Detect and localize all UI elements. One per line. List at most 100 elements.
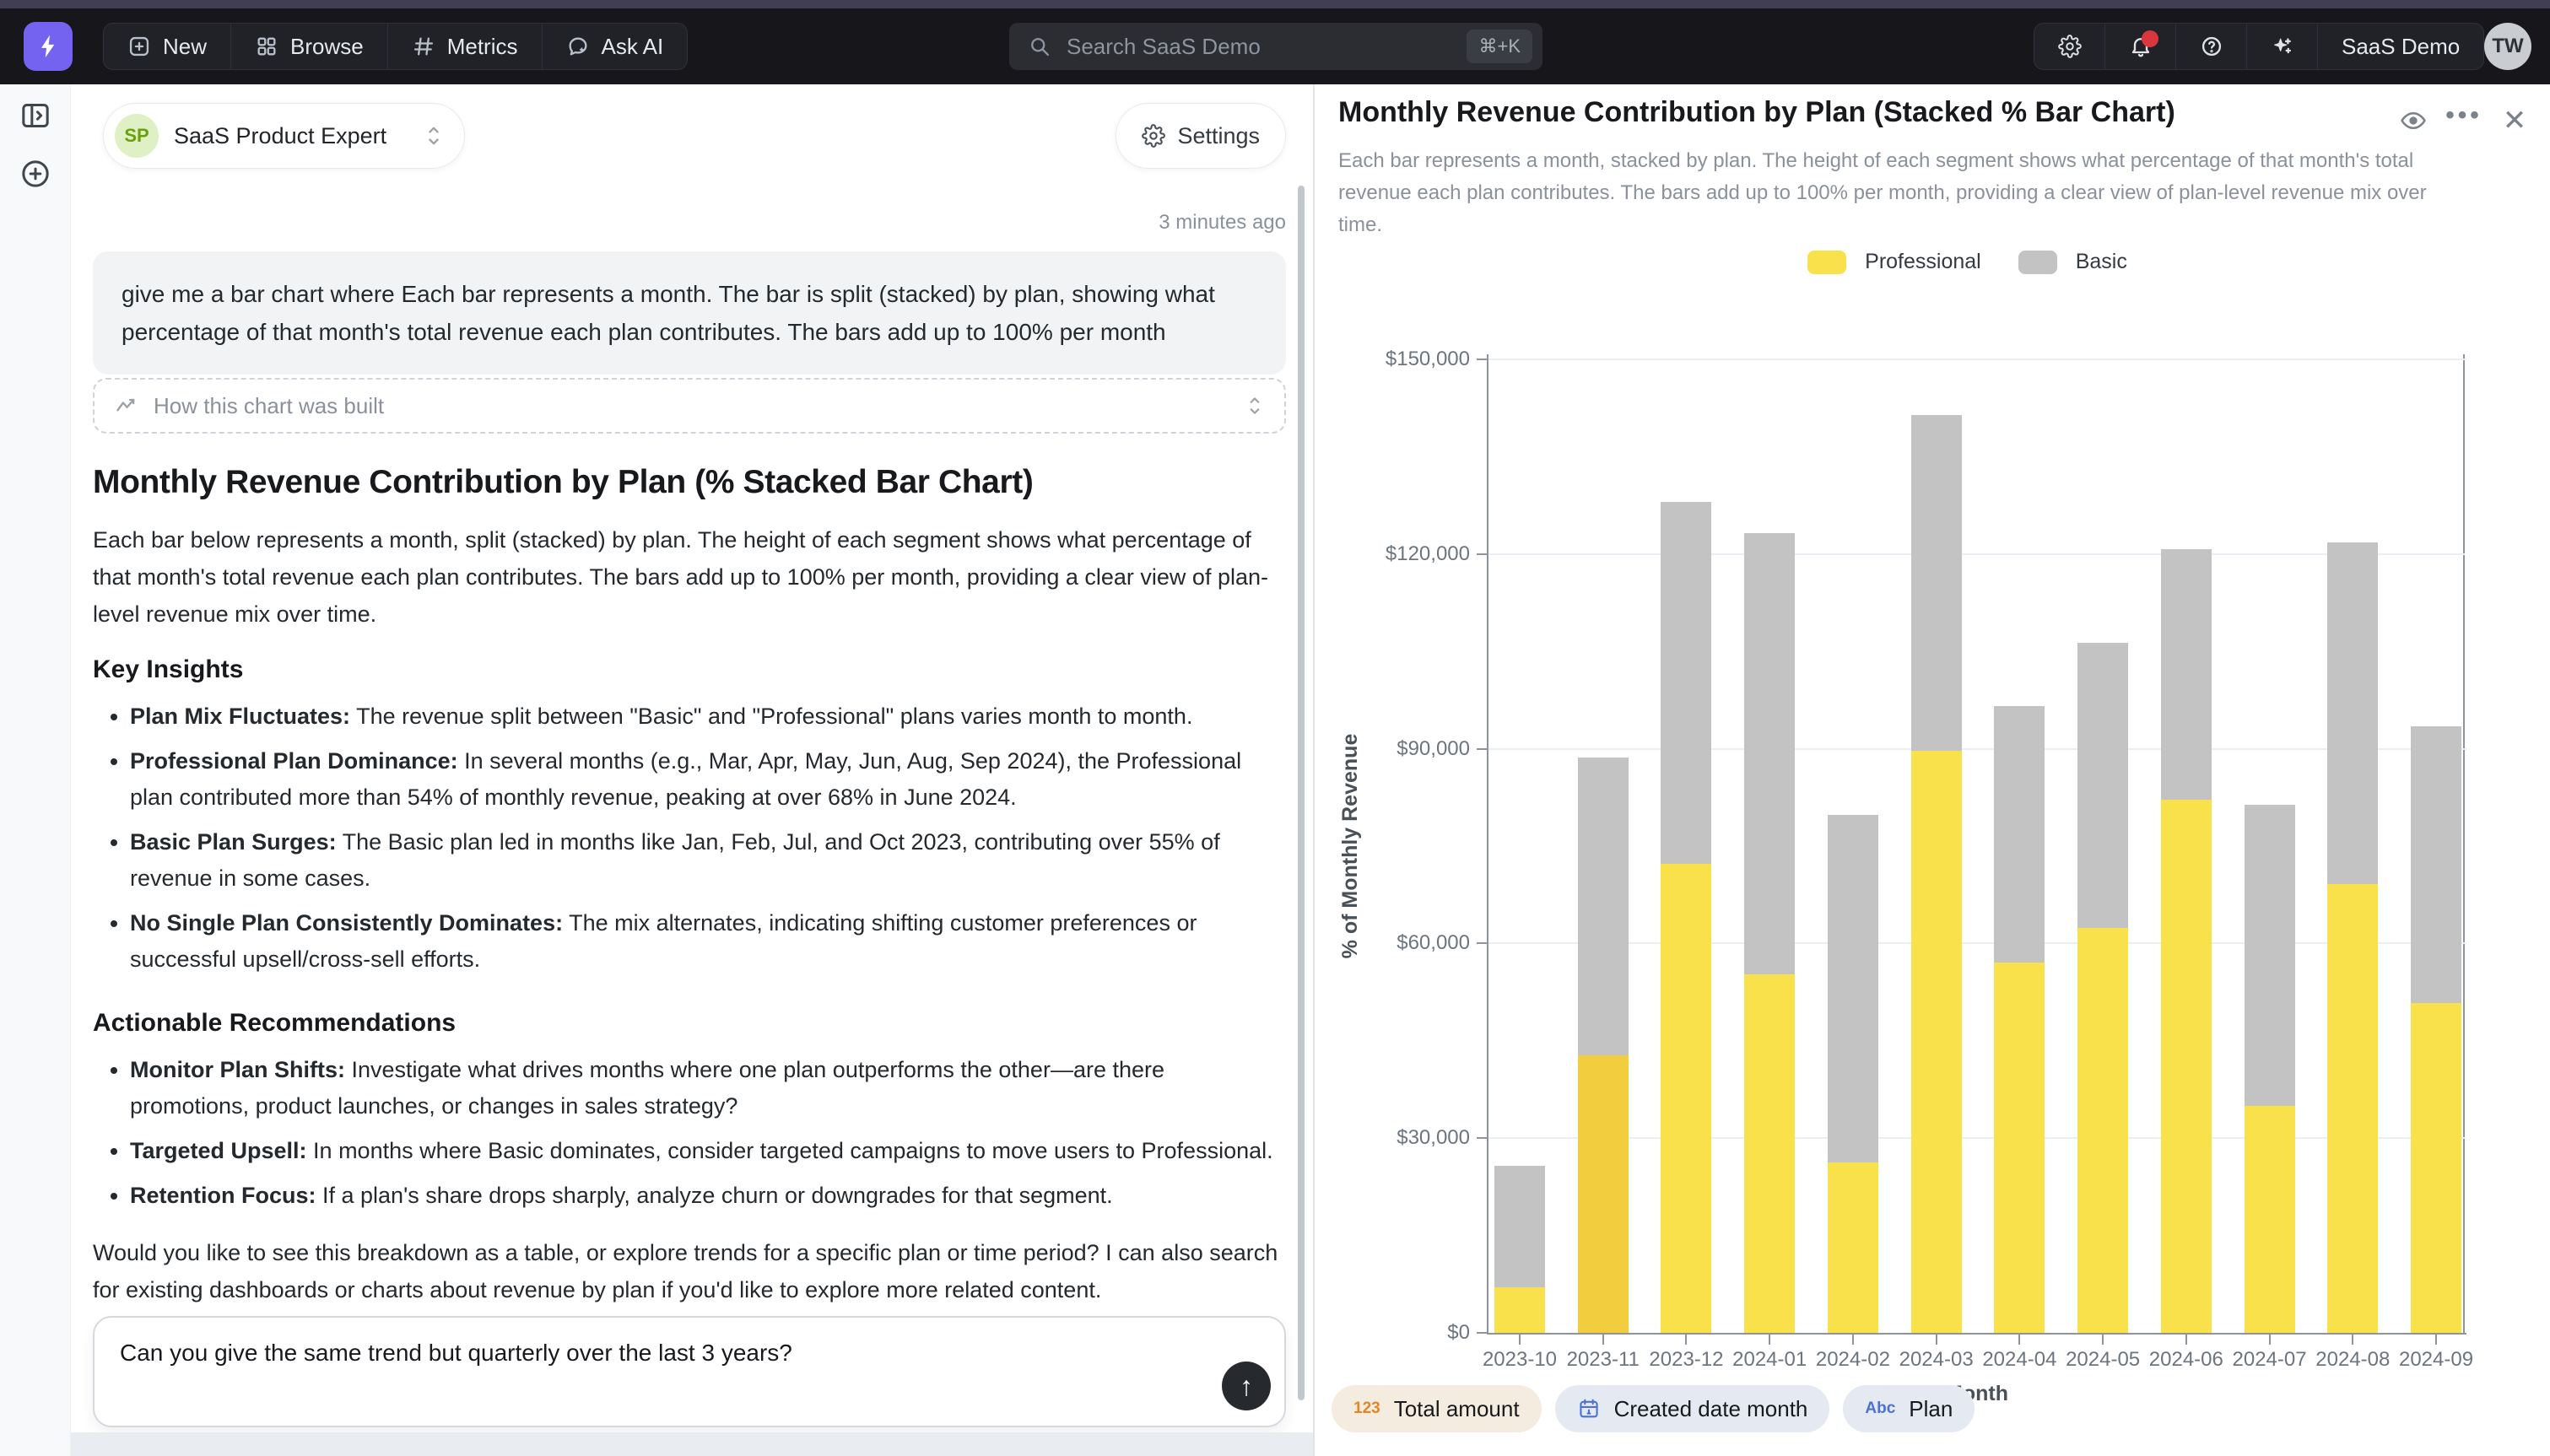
bar-segment-basic-2024-09[interactable]	[2411, 726, 2461, 1003]
bar-segment-professional-2024-02[interactable]	[1828, 1162, 1878, 1333]
x-axis-tick	[2018, 1335, 2020, 1345]
bar-segment-basic-2023-12[interactable]	[1661, 502, 1711, 864]
eye-icon[interactable]	[2393, 102, 2434, 139]
window-top-strip	[0, 0, 2550, 8]
insight-item: Basic Plan Surges: The Basic plan led in…	[130, 824, 1286, 897]
nav-item-metrics[interactable]: Metrics	[388, 24, 543, 69]
search-icon	[1028, 35, 1051, 58]
send-button[interactable]: ↑	[1222, 1362, 1271, 1410]
chart-legend: ProfessionalBasic	[1488, 250, 2465, 274]
bar-segment-professional-2024-04[interactable]	[1994, 963, 2045, 1333]
bar-segment-basic-2024-05[interactable]	[2077, 643, 2128, 928]
field-tag-plan[interactable]: AbcPlan	[1843, 1385, 1975, 1432]
assistant-response: Monthly Revenue Contribution by Plan (% …	[93, 462, 1286, 1330]
hash-icon	[412, 35, 435, 58]
settings-label: Settings	[1177, 123, 1260, 149]
expander-label: How this chart was built	[154, 393, 384, 419]
lightning-bolt-icon	[35, 33, 62, 60]
legend-swatch-basic[interactable]	[2018, 251, 2057, 274]
recommendations-list: Monitor Plan Shifts: Investigate what dr…	[93, 1052, 1286, 1214]
bar-segment-professional-2024-07[interactable]	[2245, 1106, 2295, 1333]
how-chart-built-expander[interactable]: How this chart was built	[93, 378, 1286, 434]
insights-heading: Key Insights	[93, 655, 1286, 685]
agent-settings-button[interactable]: Settings	[1116, 103, 1286, 169]
bar-segment-basic-2024-06[interactable]	[2161, 549, 2212, 799]
gridline	[1488, 359, 2465, 360]
nav-item-browse[interactable]: Browse	[231, 24, 388, 69]
response-closing: Would you like to see this breakdown as …	[93, 1234, 1286, 1308]
toggle-sidebar-button[interactable]	[17, 97, 54, 134]
field-tag-label: Created date month	[1614, 1396, 1808, 1422]
chat-input-container: Can you give the same trend but quarterl…	[93, 1316, 1286, 1427]
new-chat-button[interactable]	[17, 155, 54, 192]
field-tag-label: Total amount	[1394, 1396, 1520, 1422]
nav-item-ask-ai[interactable]: Ask AI	[543, 24, 688, 69]
plot-right-border	[2463, 354, 2465, 1335]
nav-item-new[interactable]: New	[104, 24, 231, 69]
x-axis-tick	[2269, 1335, 2271, 1345]
bar-segment-professional-2024-03[interactable]	[1911, 751, 1962, 1333]
bar-segment-professional-2023-10[interactable]	[1494, 1287, 1545, 1333]
chat-input[interactable]: Can you give the same trend but quarterl…	[95, 1318, 1284, 1426]
bar-segment-professional-2024-05[interactable]	[2077, 928, 2128, 1333]
recommendation-item: Monitor Plan Shifts: Investigate what dr…	[130, 1052, 1286, 1124]
x-axis-tick	[1685, 1335, 1687, 1345]
x-axis-tick	[2102, 1335, 2104, 1345]
bar-segment-basic-2024-04[interactable]	[1994, 706, 2045, 963]
bar-segment-basic-2023-10[interactable]	[1494, 1166, 1545, 1287]
bar-segment-basic-2024-07[interactable]	[2245, 805, 2295, 1106]
notification-badge	[2142, 30, 2158, 47]
calendar-field-icon	[1577, 1397, 1601, 1421]
chat-panel: SP SaaS Product Expert Settings 3 minute…	[71, 84, 1313, 1456]
help-button[interactable]	[2176, 24, 2247, 69]
chart-title: Monthly Revenue Contribution by Plan (St…	[1338, 96, 2175, 129]
global-search[interactable]: ⌘+K	[1009, 23, 1542, 70]
bar-segment-professional-2024-06[interactable]	[2161, 800, 2212, 1333]
bar-segment-professional-2023-12[interactable]	[1661, 864, 1711, 1333]
main-layout: SP SaaS Product Expert Settings 3 minute…	[0, 84, 2550, 1456]
grid-icon	[255, 35, 278, 58]
x-axis-line	[1487, 1333, 2466, 1335]
bar-segment-basic-2024-03[interactable]	[1911, 415, 1962, 751]
app-logo[interactable]	[24, 22, 73, 71]
settings-icon-button[interactable]	[2034, 24, 2105, 69]
bar-segment-professional-2023-11[interactable]	[1578, 1055, 1629, 1333]
ask-ai-icon	[566, 35, 590, 58]
nav-item-label: Browse	[290, 34, 364, 60]
message-timestamp: 3 minutes ago	[1159, 211, 1286, 235]
field-tag-total-amount[interactable]: 123Total amount	[1332, 1385, 1542, 1432]
bar-segment-basic-2023-11[interactable]	[1578, 758, 1629, 1055]
gridline	[1488, 1137, 2465, 1139]
x-axis-tick	[1519, 1335, 1521, 1345]
bar-segment-professional-2024-09[interactable]	[2411, 1003, 2461, 1333]
field-tag-created-date-month[interactable]: Created date month	[1555, 1385, 1830, 1432]
legend-swatch-professional[interactable]	[1807, 251, 1846, 274]
x-axis-tick	[1769, 1335, 1770, 1345]
arrow-up-icon: ↑	[1240, 1371, 1253, 1402]
bar-segment-basic-2024-01[interactable]	[1744, 533, 1795, 974]
chevron-up-down-icon	[424, 122, 444, 149]
y-axis-tick	[1477, 553, 1487, 555]
agent-selector[interactable]: SP SaaS Product Expert	[103, 103, 465, 169]
x-axis-tick	[2185, 1335, 2187, 1345]
x-axis-label: 2024-09	[2364, 1348, 2508, 1372]
bar-segment-basic-2024-02[interactable]	[1828, 815, 1878, 1162]
more-options-icon[interactable]: •••	[2444, 102, 2484, 139]
close-icon[interactable]: ✕	[2494, 102, 2535, 139]
bar-segment-professional-2024-01[interactable]	[1744, 974, 1795, 1333]
notifications-button[interactable]	[2105, 24, 2176, 69]
x-axis-tick	[1852, 1335, 1854, 1345]
response-title: Monthly Revenue Contribution by Plan (% …	[93, 462, 1286, 503]
bar-segment-professional-2024-08[interactable]	[2327, 884, 2378, 1333]
chart-line-icon	[115, 394, 138, 418]
y-axis-tick	[1477, 359, 1487, 360]
ai-assistant-button[interactable]	[2247, 24, 2318, 69]
chat-scrollbar[interactable]	[1298, 186, 1305, 1400]
insight-item: No Single Plan Consistently Dominates: T…	[130, 905, 1286, 978]
user-avatar[interactable]: TW	[2484, 23, 2531, 70]
insight-item: Plan Mix Fluctuates: The revenue split b…	[130, 698, 1286, 735]
gridline	[1488, 942, 2465, 944]
bar-segment-basic-2024-08[interactable]	[2327, 542, 2378, 884]
workspace-button[interactable]: SaaS Demo	[2318, 24, 2483, 69]
search-input[interactable]	[1067, 34, 1467, 60]
